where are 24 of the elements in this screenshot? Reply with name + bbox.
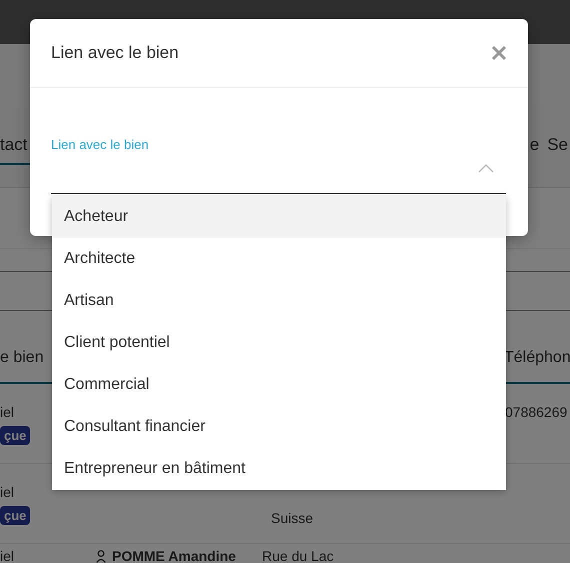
table-cell: iel (0, 404, 14, 420)
tag: çue (0, 506, 30, 525)
table-cell: iel (0, 484, 14, 500)
field-label: Lien avec le bien (51, 137, 150, 152)
tag: çue (0, 426, 30, 445)
table-cell: 07886269 (505, 404, 568, 420)
dropdown-option[interactable]: Entrepreneur en bâtiment (52, 448, 506, 490)
dropdown-option[interactable]: Acheteur (52, 196, 506, 238)
contact-name[interactable]: POMME Amandine (112, 548, 236, 563)
dropdown-option[interactable]: Consultant financier (52, 406, 506, 448)
tab[interactable]: Se (541, 127, 570, 165)
tab[interactable]: e (524, 127, 542, 165)
table-cell: iel (0, 548, 14, 563)
dropdown-option[interactable]: Architecte (52, 238, 506, 280)
close-icon (491, 45, 507, 61)
person-icon (96, 550, 106, 562)
table-cell: Rue du Lac (262, 548, 334, 563)
dialog-title: Lien avec le bien (51, 43, 179, 63)
dropdown-option[interactable]: Client potentiel (52, 322, 506, 364)
dropdown-option[interactable]: Commercial (52, 364, 506, 406)
close-button[interactable] (491, 45, 507, 61)
dropdown-option[interactable]: Artisan (52, 280, 506, 322)
select-field[interactable] (51, 164, 506, 194)
table-cell: Suisse (271, 510, 314, 526)
